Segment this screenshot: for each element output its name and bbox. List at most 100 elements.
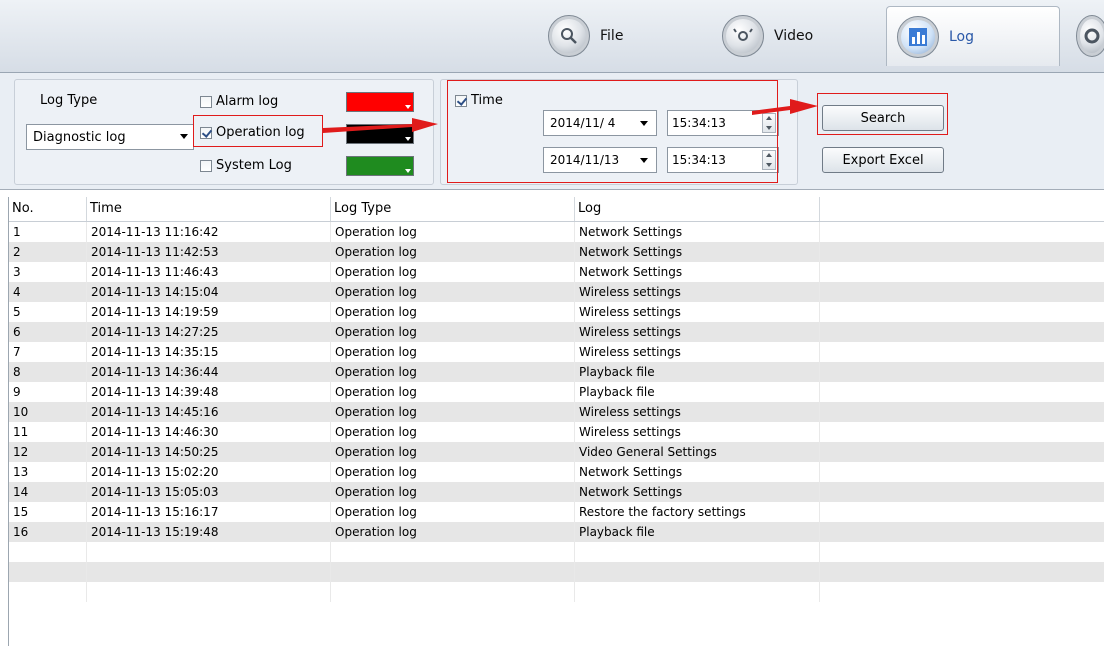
- table-row[interactable]: 10 2014-11-13 14:45:16 Operation log Wirele…: [9, 402, 1104, 422]
- alarm-log-checkbox[interactable]: Alarm log: [200, 94, 278, 109]
- table-row[interactable]: 14 2014-11-13 15:05:03 Operation log Networ…: [9, 482, 1104, 502]
- table-row-empty: [9, 582, 1104, 602]
- cell-log-type: Operation log: [331, 462, 575, 482]
- column-header-no[interactable]: No.: [9, 197, 87, 221]
- table-header: No. Time Log Type Log: [9, 197, 1104, 222]
- cell-empty: [820, 382, 1104, 402]
- cell-log: Playback file: [575, 362, 820, 382]
- cell-empty: [575, 542, 820, 562]
- table-body: 1 2014-11-13 11:16:42 Operation log Network…: [9, 222, 1104, 602]
- cell-time: 2014-11-13 14:19:59: [87, 302, 331, 322]
- cell-log: Network Settings: [575, 462, 820, 482]
- cell-time: 2014-11-13 14:50:25: [87, 442, 331, 462]
- cell-log: Wireless settings: [575, 402, 820, 422]
- cell-empty: [9, 562, 87, 582]
- cell-time: 2014-11-13 14:36:44: [87, 362, 331, 382]
- table-row[interactable]: 4 2014-11-13 14:15:04 Operation log Wireles…: [9, 282, 1104, 302]
- cell-log-type: Operation log: [331, 422, 575, 442]
- cell-no: 13: [9, 462, 87, 482]
- cell-log-type: Operation log: [331, 322, 575, 342]
- cell-time: 2014-11-13 11:16:42: [87, 222, 331, 242]
- cell-empty: [820, 522, 1104, 542]
- cell-time: 2014-11-13 14:46:30: [87, 422, 331, 442]
- column-header-empty: [820, 197, 1104, 221]
- table-row[interactable]: 1 2014-11-13 11:16:42 Operation log Network…: [9, 222, 1104, 242]
- cell-empty: [820, 282, 1104, 302]
- system-log-color-picker[interactable]: [346, 156, 414, 176]
- operation-log-color-picker[interactable]: [346, 124, 414, 144]
- cell-time: 2014-11-13 14:45:16: [87, 402, 331, 422]
- cell-log-type: Operation log: [331, 522, 575, 542]
- cell-empty: [820, 222, 1104, 242]
- table-row[interactable]: 15 2014-11-13 15:16:17 Operation log Restor…: [9, 502, 1104, 522]
- dropdown-arrow-icon: [405, 169, 411, 173]
- cell-empty: [575, 562, 820, 582]
- cell-log-type: Operation log: [331, 342, 575, 362]
- column-header-log[interactable]: Log: [575, 197, 820, 221]
- table-row[interactable]: 9 2014-11-13 14:39:48 Operation log Playbac…: [9, 382, 1104, 402]
- cell-no: 11: [9, 422, 87, 442]
- cell-empty: [820, 422, 1104, 442]
- table-row-empty: [9, 542, 1104, 562]
- cell-no: 1: [9, 222, 87, 242]
- tab-file[interactable]: File: [538, 6, 698, 66]
- cell-no: 16: [9, 522, 87, 542]
- settings-icon: [1076, 15, 1104, 57]
- cell-empty: [87, 562, 331, 582]
- cell-time: 2014-11-13 11:46:43: [87, 262, 331, 282]
- column-header-log-type[interactable]: Log Type: [331, 197, 575, 221]
- cell-empty: [9, 582, 87, 602]
- cell-no: 8: [9, 362, 87, 382]
- cell-log: Restore the factory settings: [575, 502, 820, 522]
- cell-empty: [820, 262, 1104, 282]
- table-row[interactable]: 7 2014-11-13 14:35:15 Operation log Wireles…: [9, 342, 1104, 362]
- video-icon: [722, 15, 764, 57]
- cell-empty: [820, 562, 1104, 582]
- log-type-select[interactable]: Diagnostic log: [26, 124, 194, 150]
- cell-log-type: Operation log: [331, 282, 575, 302]
- table-row[interactable]: 12 2014-11-13 14:50:25 Operation log Video …: [9, 442, 1104, 462]
- table-row[interactable]: 2 2014-11-13 11:42:53 Operation log Network…: [9, 242, 1104, 262]
- tab-settings[interactable]: [1068, 6, 1104, 66]
- cell-no: 4: [9, 282, 87, 302]
- cell-empty: [331, 562, 575, 582]
- cell-empty: [820, 502, 1104, 522]
- table-row[interactable]: 16 2014-11-13 15:19:48 Operation log Playba…: [9, 522, 1104, 542]
- cell-empty: [820, 482, 1104, 502]
- cell-log-type: Operation log: [331, 382, 575, 402]
- table-row[interactable]: 13 2014-11-13 15:02:20 Operation log Networ…: [9, 462, 1104, 482]
- cell-time: 2014-11-13 15:16:17: [87, 502, 331, 522]
- table-row[interactable]: 3 2014-11-13 11:46:43 Operation log Network…: [9, 262, 1104, 282]
- table-row[interactable]: 6 2014-11-13 14:27:25 Operation log Wireles…: [9, 322, 1104, 342]
- cell-no: 2: [9, 242, 87, 262]
- alarm-log-label: Alarm log: [216, 94, 279, 109]
- alarm-log-checkbox-box[interactable]: [200, 95, 212, 108]
- cell-empty: [820, 302, 1104, 322]
- cell-log: Wireless settings: [575, 422, 820, 442]
- table-row[interactable]: 8 2014-11-13 14:36:44 Operation log Playbac…: [9, 362, 1104, 382]
- cell-empty: [820, 402, 1104, 422]
- system-log-checkbox-box[interactable]: [200, 159, 212, 172]
- file-icon: [548, 15, 590, 57]
- cell-no: 3: [9, 262, 87, 282]
- cell-empty: [820, 462, 1104, 482]
- tab-log[interactable]: Log: [886, 6, 1060, 66]
- column-header-time[interactable]: Time: [87, 197, 331, 221]
- table-row[interactable]: 11 2014-11-13 14:46:30 Operation log Wirele…: [9, 422, 1104, 442]
- alarm-log-color-picker[interactable]: [346, 92, 414, 112]
- cell-empty: [820, 542, 1104, 562]
- tab-video[interactable]: Video: [712, 6, 872, 66]
- cell-empty: [820, 442, 1104, 462]
- cell-time: 2014-11-13 15:05:03: [87, 482, 331, 502]
- tab-log-label: Log: [949, 28, 975, 45]
- cell-no: 12: [9, 442, 87, 462]
- cell-log: Playback file: [575, 522, 820, 542]
- system-log-checkbox[interactable]: System Log: [200, 158, 292, 173]
- cell-log: Network Settings: [575, 482, 820, 502]
- cell-empty: [820, 362, 1104, 382]
- cell-log-type: Operation log: [331, 222, 575, 242]
- table-row[interactable]: 5 2014-11-13 14:19:59 Operation log Wireles…: [9, 302, 1104, 322]
- tab-video-label: Video: [774, 28, 814, 44]
- log-icon: [897, 15, 939, 58]
- export-excel-button[interactable]: Export Excel: [822, 147, 944, 173]
